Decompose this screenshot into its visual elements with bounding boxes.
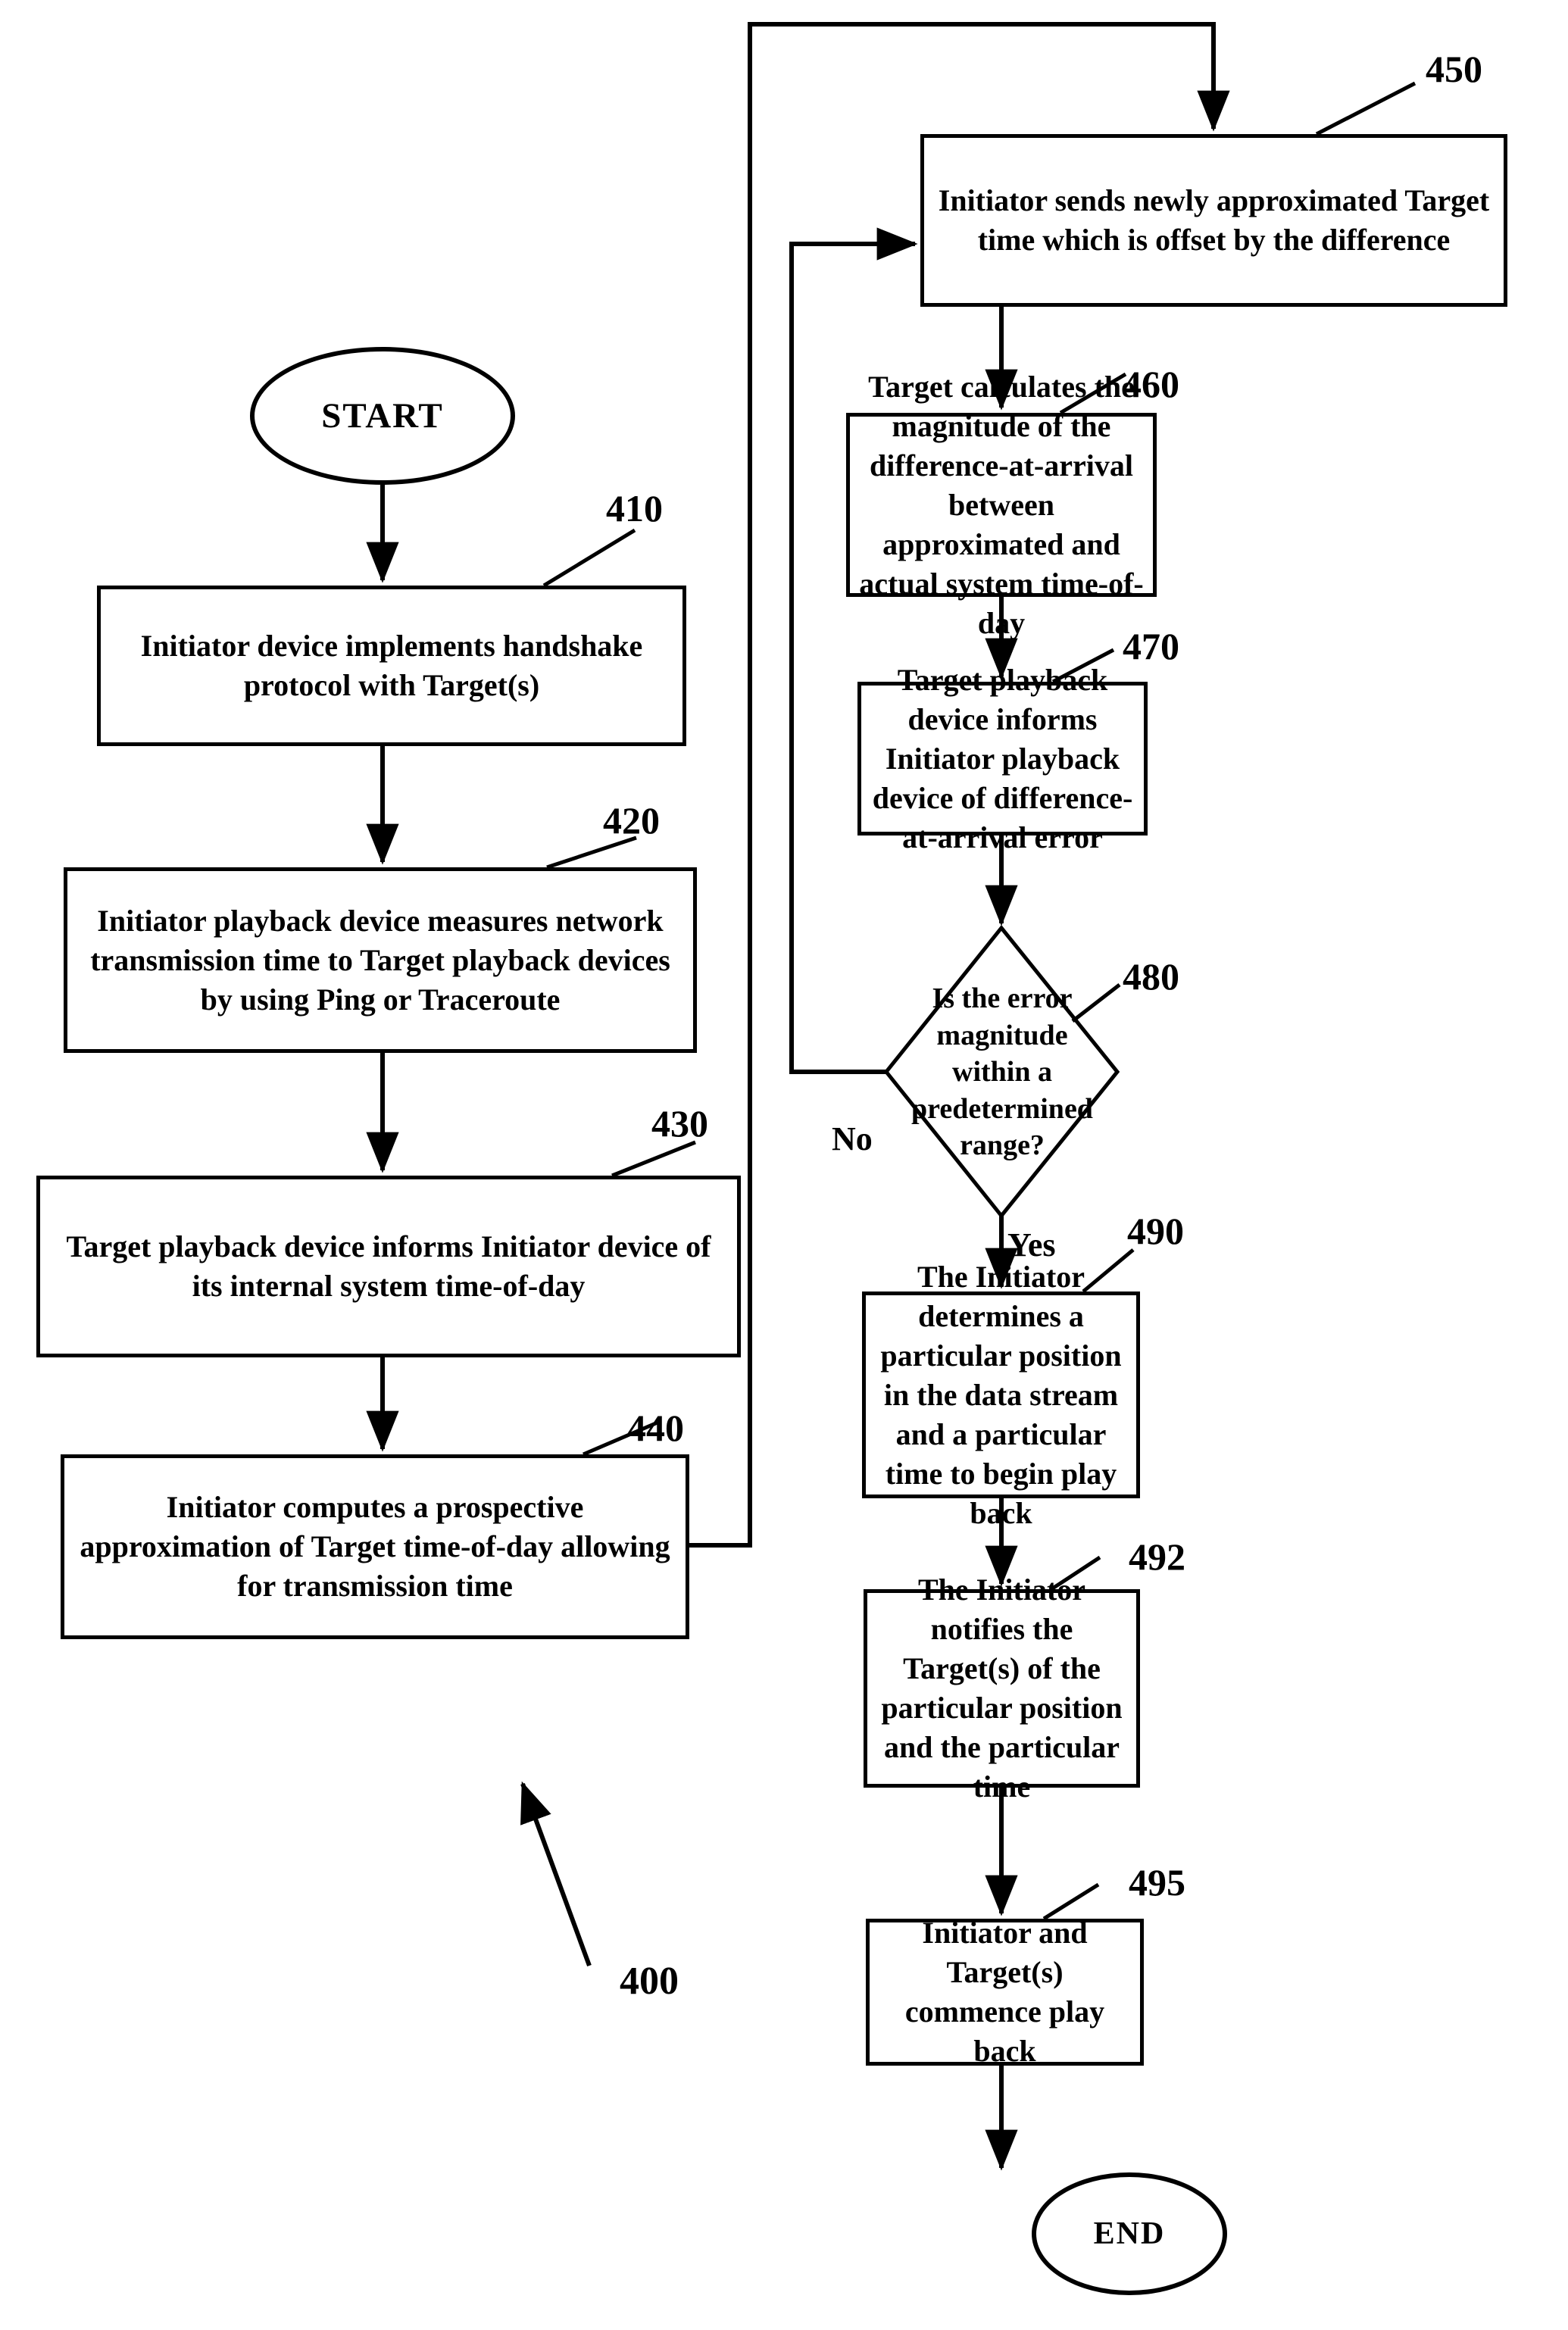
reference-numeral-400: 400 [620,1960,679,2003]
process-492[interactable]: The Initiator notifies the Target(s) of … [864,1573,1140,1804]
reference-numeral-430: 430 [651,1102,708,1145]
process-450[interactable]: Initiator sends newly approximated Targe… [920,134,1507,307]
process-460[interactable]: Target calculates the magnitude of the d… [846,370,1157,640]
reference-numeral-420: 420 [603,799,660,842]
reference-numeral-450: 450 [1426,48,1482,90]
terminal-start[interactable]: START [250,347,515,485]
edge-label-yes: Yes [1007,1226,1056,1263]
reference-numeral-440: 440 [627,1407,684,1449]
reference-numeral-410: 410 [606,487,663,529]
flowchart-figure: START Initiator device implements handsh… [0,0,1568,2330]
edge-label-no: No [832,1120,873,1157]
process-420[interactable]: Initiator playback device measures netwo… [64,867,697,1053]
terminal-end[interactable]: END [1032,2172,1227,2295]
figure-pointer-arrow [520,1781,592,1967]
process-495[interactable]: Initiator and Target(s) commence play ba… [866,1916,1144,2068]
reference-numeral-495: 495 [1129,1861,1185,1904]
decision-480[interactable]: Is the error magnitude within a predeter… [898,968,1106,1176]
leader-410 [542,528,636,588]
process-410[interactable]: Initiator device implements handshake pr… [97,586,686,746]
leader-430 [611,1140,696,1178]
reference-numeral-470: 470 [1123,625,1179,667]
process-440[interactable]: Initiator computes a prospective approxi… [61,1454,689,1639]
reference-numeral-490: 490 [1127,1210,1184,1252]
reference-numeral-492: 492 [1129,1535,1185,1578]
process-470[interactable]: Target playback device informs Initiator… [857,663,1148,854]
leader-450 [1315,81,1417,136]
process-490[interactable]: The Initiator determines a particular po… [862,1260,1140,1530]
connector-layer [366,22,1417,2171]
process-430[interactable]: Target playback device informs Initiator… [36,1176,741,1357]
reference-numeral-480: 480 [1123,955,1179,998]
reference-numeral-460: 460 [1123,363,1179,405]
